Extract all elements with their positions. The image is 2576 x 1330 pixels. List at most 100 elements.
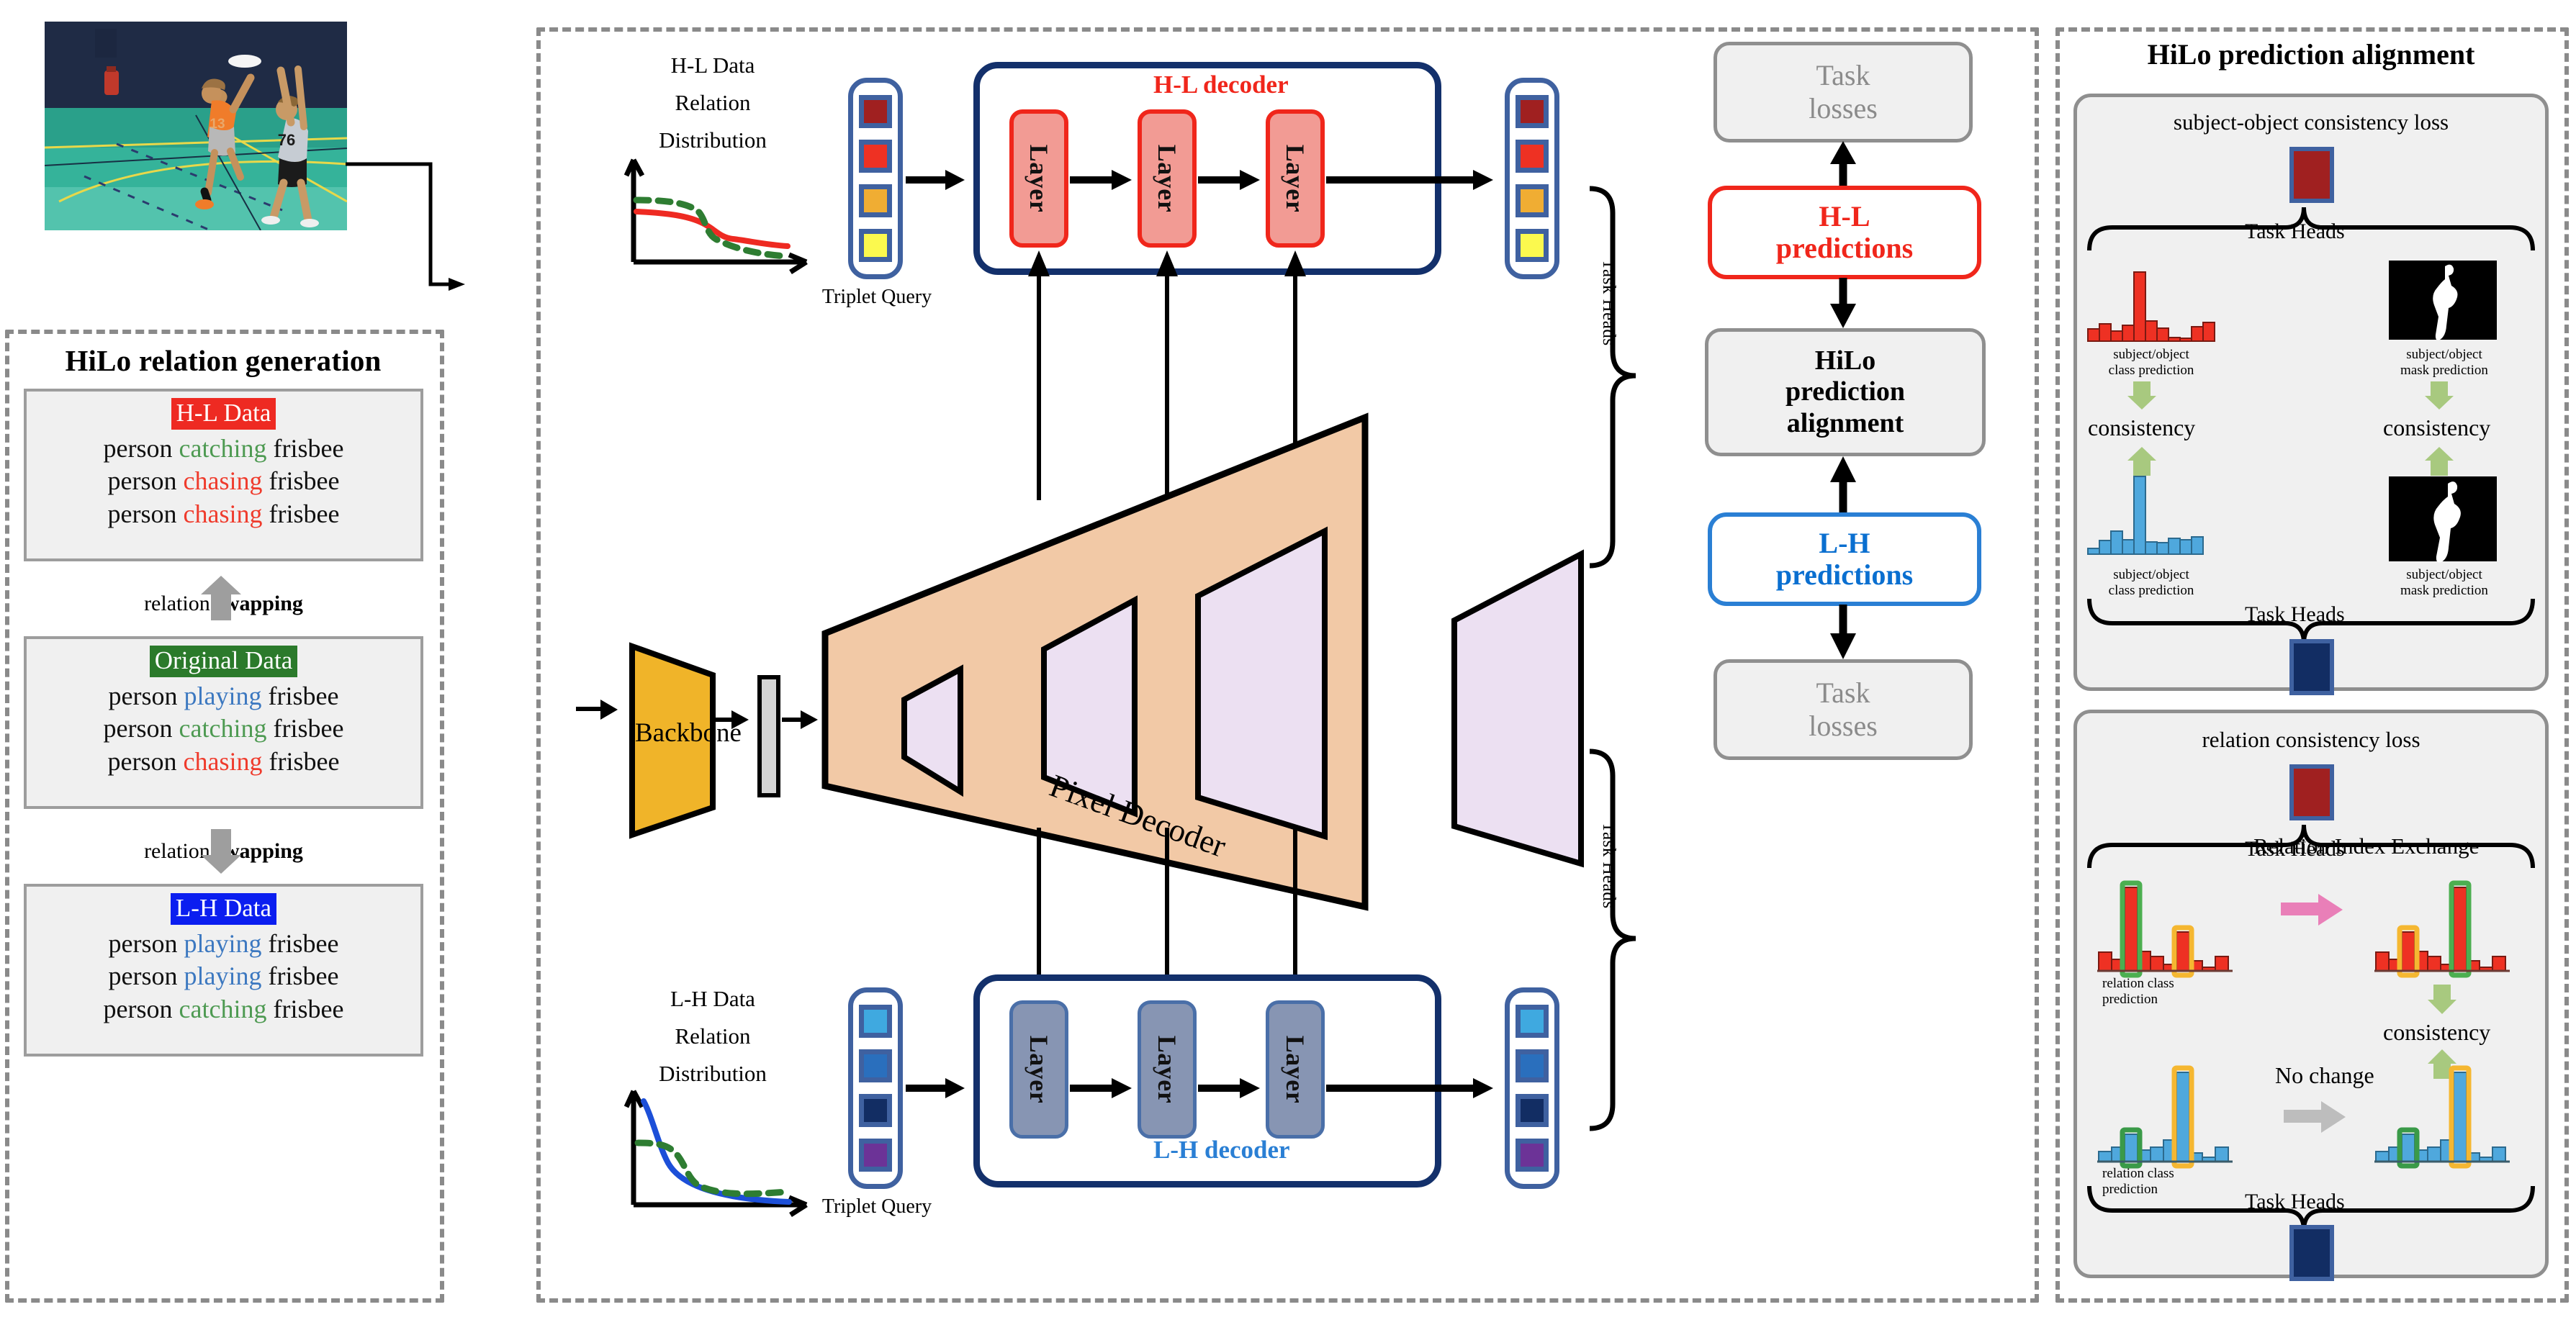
lh-data-line-2: person playing frisbee [108, 962, 339, 991]
lh-predictions-line2: predictions [1775, 558, 1914, 591]
lh-layer2-to-layer3-arrow [1198, 1078, 1260, 1098]
hl-data-line-1: person catching frisbee [103, 434, 344, 463]
alignment-line2: prediction [1785, 376, 1906, 407]
hl-predictions-line2: predictions [1775, 232, 1914, 264]
panel1-subject-object-class-prediction-chart-blue [2087, 476, 2204, 555]
alignment-line1: HiLo [1814, 345, 1876, 376]
hl-predictions-to-task-losses-arrow [1830, 141, 1856, 187]
svg-text:76: 76 [278, 131, 295, 149]
panel1-mask-prediction-top [2389, 261, 2497, 340]
alignment-line3: alignment [1786, 407, 1904, 438]
lh-predictions-line1: L-H [1819, 527, 1870, 559]
panel2-consistency-down-arrow-icon [2428, 985, 2456, 1014]
hl-triplet-query-label: Triplet Query [821, 286, 932, 308]
task-heads-bracket-bottom [1589, 748, 1636, 1131]
hl-chart-title-line2: Relation [675, 90, 751, 115]
lh-output-query [1505, 987, 1559, 1189]
task-losses-top: Task losses [1713, 42, 1973, 142]
panel1-bottom-query-chip [2289, 639, 2334, 695]
feature-neck-block [757, 675, 780, 797]
panel1-task-heads-top: Task Heads [2245, 220, 2345, 243]
hl-query-to-decoder-arrow [906, 170, 965, 190]
panel1-consistency-down-arrow-left-icon [2127, 381, 2156, 410]
hl-query-token-2 [859, 140, 892, 173]
original-data-line-1: person playing frisbee [108, 682, 339, 710]
original-data-line-2: person catching frisbee [103, 714, 344, 743]
hl-data-line-3: person chasing frisbee [107, 499, 340, 528]
panel2-relation-index-exchange-label: Relation Index Exchange [2253, 833, 2480, 859]
task-losses-bottom-line2: losses [1809, 710, 1878, 742]
lh-decoder-layer-2: Layer [1138, 1000, 1197, 1139]
lh-decoder-to-output-arrow [1326, 1078, 1493, 1098]
panel2-bottom-query-chip [2289, 1225, 2334, 1281]
panel1-task-heads-bottom: Task Heads [2245, 602, 2345, 626]
hl-layer2-to-layer3-arrow [1198, 170, 1260, 190]
hl-relation-distribution-chart [623, 158, 808, 274]
hl-predictions-box[interactable]: H-L predictions [1708, 186, 1981, 279]
panel2-no-change-label: No change [2275, 1062, 2374, 1088]
lh-chart-title-line3: Distribution [659, 1061, 767, 1086]
task-heads-bracket-top [1589, 186, 1636, 569]
panel1-consistency-label-left: consistency [2088, 415, 2196, 440]
hl-decoder-label: H-L decoder [1153, 71, 1289, 99]
hl-output-token-1 [1516, 95, 1549, 128]
lh-predictions-to-task-losses-arrow [1830, 605, 1856, 659]
svg-text:13: 13 [210, 117, 225, 132]
panel2-relation-class-prediction-chart-red-left [2097, 880, 2233, 978]
lh-output-token-3 [1516, 1094, 1549, 1127]
panel2-relation-class-prediction-chart-blue-left [2097, 1065, 2233, 1169]
hl-chart-title-line1: H-L Data [670, 53, 755, 78]
panel1-subject-object-class-prediction-chart-red [2087, 271, 2215, 342]
panel1-consistency-down-arrow-right-icon [2425, 381, 2454, 410]
hl-output-token-2 [1516, 140, 1549, 173]
hl-chart-title-line3: Distribution [659, 127, 767, 153]
panel1-top-query-chip [2289, 147, 2334, 203]
subject-object-consistency-title: subject-object consistency loss [2173, 109, 2449, 135]
hl-query-token-4 [859, 229, 892, 262]
lh-query-token-1 [859, 1005, 892, 1038]
relation-index-exchange-arrow-icon [2281, 894, 2343, 926]
input-image: 76 13 [45, 22, 347, 230]
lh-predictions-to-alignment-arrow [1830, 456, 1856, 512]
task-heads-label-bottom: Task Heads [1599, 822, 1618, 909]
task-losses-top-line1: Task [1816, 58, 1870, 91]
panel2-task-heads-bottom: Task Heads [2245, 1190, 2345, 1213]
task-losses-top-line2: losses [1809, 92, 1878, 125]
panel2-relation-class-prediction-chart-red-right [2374, 880, 2510, 978]
panel1-consistency-label-right: consistency [2383, 415, 2491, 440]
task-heads-label-top: Task Heads [1599, 259, 1618, 346]
hl-output-query [1505, 78, 1559, 279]
hl-data-line-2: person chasing frisbee [107, 466, 340, 496]
task-losses-bottom: Task losses [1713, 659, 1973, 760]
hl-predictions-line1: H-L [1819, 200, 1870, 232]
hl-output-token-4 [1516, 229, 1549, 262]
hl-predictions-to-alignment-arrow [1830, 278, 1856, 328]
lh-chart-title-line2: Relation [675, 1023, 751, 1049]
lh-chart-title-line1: L-H Data [670, 986, 755, 1011]
original-data-box: Original Data person playing frisbee per… [24, 636, 423, 809]
lh-data-line-3: person catching frisbee [103, 994, 344, 1023]
lh-layer1-to-layer2-arrow [1070, 1078, 1132, 1098]
panel2-top-query-chip [2289, 764, 2334, 820]
lh-data-box: L-H Data person playing frisbee person p… [24, 884, 423, 1057]
lh-query-token-4 [859, 1139, 892, 1172]
panel1-mask-prediction-bottom [2389, 476, 2497, 563]
lh-output-token-2 [1516, 1049, 1549, 1082]
hl-decoder-layer-2: Layer [1138, 109, 1197, 248]
hl-decoder-to-output-arrow [1326, 170, 1493, 190]
lh-predictions-box[interactable]: L-H predictions [1708, 512, 1981, 606]
no-change-arrow-icon [2284, 1101, 2346, 1133]
panel2-relation-label-left-top: relation class prediction [2102, 976, 2174, 1008]
hl-data-box: H-L Data person catching frisbee person … [24, 389, 423, 561]
lh-decoder-layer-1: Layer [1009, 1000, 1068, 1139]
hl-decoder-layer-3: Layer [1266, 109, 1325, 248]
relation-consistency-title: relation consistency loss [2202, 727, 2420, 752]
panel1-mask-prediction-label-top: subject/object mask prediction [2400, 347, 2488, 379]
hl-layer1-to-layer2-arrow [1070, 170, 1132, 190]
panel1-class-prediction-label-top: subject/object class prediction [2108, 347, 2194, 379]
hl-query-token-3 [859, 184, 892, 217]
hl-triplet-query-input [848, 78, 903, 279]
original-data-badge: Original Data [149, 646, 298, 677]
lh-decoder-label: L-H decoder [1153, 1136, 1290, 1164]
lh-query-to-decoder-arrow [906, 1078, 965, 1098]
